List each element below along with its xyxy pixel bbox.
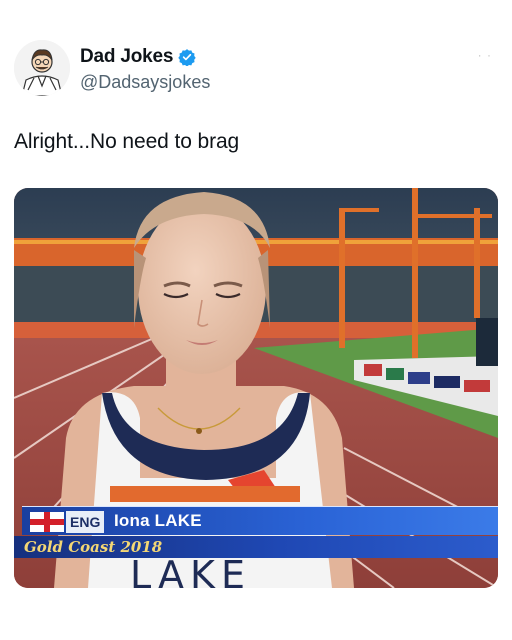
athlete-name: Iona LAKE (114, 511, 202, 530)
event-bar: Gold Coast 2018 (14, 536, 498, 558)
tweet-header: Dad Jokes @Dadsaysjokes · · (14, 40, 498, 98)
england-flag-icon (30, 512, 64, 532)
dad-cartoon-avatar-icon (14, 40, 70, 96)
tweet-text: Alright...No need to brag (14, 130, 240, 153)
bib-text: LAKE (130, 553, 251, 588)
country-code: ENG (66, 511, 105, 533)
handle[interactable]: @Dadsaysjokes (80, 72, 210, 93)
avatar[interactable] (14, 40, 70, 96)
verified-badge-icon (178, 49, 196, 66)
display-name[interactable]: Dad Jokes (80, 46, 173, 68)
broadcast-lower-third: ENG Iona LAKE Gold Coast 2018 (14, 506, 498, 558)
more-options-icon[interactable]: · · (478, 48, 492, 62)
athlete-name-bar: ENG Iona LAKE (22, 506, 498, 535)
tweet-media[interactable]: ENG Iona LAKE Gold Coast 2018 LAKE (14, 188, 498, 588)
